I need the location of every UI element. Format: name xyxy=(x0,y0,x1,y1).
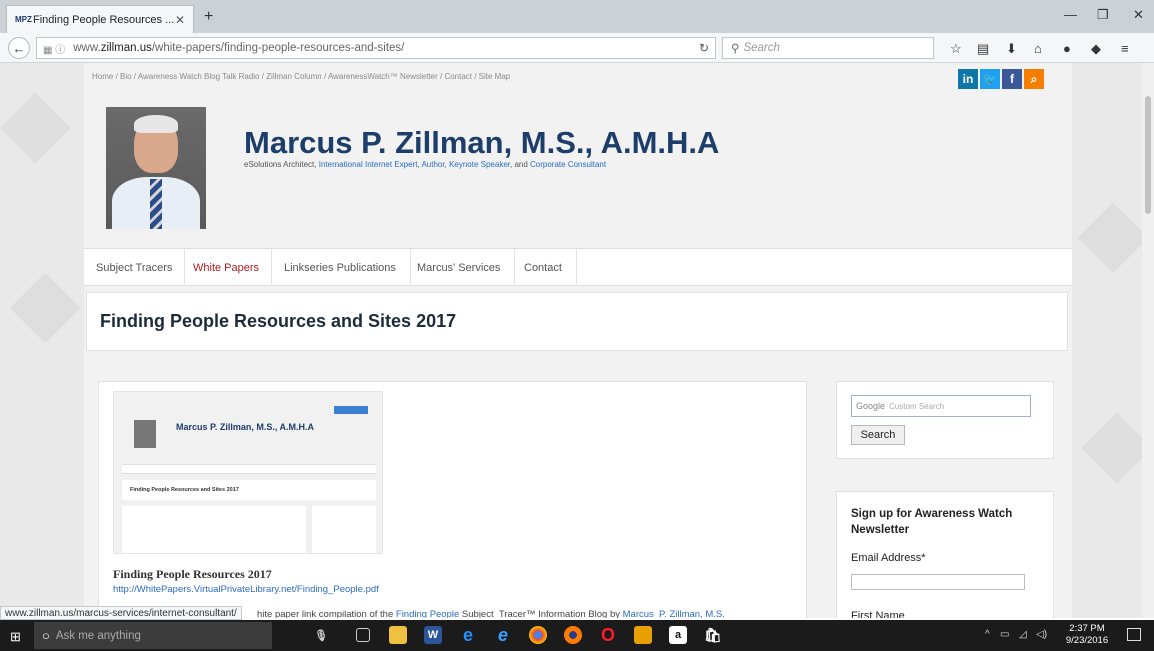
web-page: Home / Bio / Awareness Watch Blog Talk R… xyxy=(0,63,1154,618)
taskbar: ⊞ ○ Ask me anything 🎙 W e e O a 🛍 ^ ▭ ◿ … xyxy=(0,620,1154,651)
clock-time: 2:37 PM xyxy=(1069,623,1105,634)
tab-title: Finding People Resources ... xyxy=(33,13,175,26)
background-pattern xyxy=(1077,202,1149,274)
site-name[interactable]: Marcus P. Zillman, M.S., A.M.H.A xyxy=(244,125,719,161)
tagline-link[interactable]: Author xyxy=(421,160,444,169)
word-icon[interactable]: W xyxy=(424,626,442,644)
facebook-icon[interactable]: f xyxy=(1002,69,1022,89)
cortana-search[interactable]: ○ Ask me anything xyxy=(34,622,272,649)
email-field[interactable] xyxy=(851,574,1025,590)
cortana-icon: ○ xyxy=(42,628,50,643)
email-label: Email Address* xyxy=(851,552,926,564)
custom-search-input[interactable]: Google Custom Search xyxy=(851,395,1031,417)
new-tab-icon[interactable]: + xyxy=(204,8,213,26)
clock-date: 9/23/2016 xyxy=(1065,635,1109,646)
home-icon[interactable]: ⌂ xyxy=(1034,41,1042,56)
downloads-icon[interactable]: ⬇ xyxy=(1006,41,1017,57)
sync-icon[interactable]: ● xyxy=(1063,41,1071,56)
microphone-icon[interactable]: 🎙 xyxy=(312,626,330,644)
search-button[interactable]: Search xyxy=(851,425,905,445)
amazon-icon[interactable]: a xyxy=(669,626,687,644)
twitter-icon[interactable]: 🐦 xyxy=(980,69,1000,89)
finding-people-link[interactable]: Finding People xyxy=(396,609,459,618)
document-link[interactable]: http://WhitePapers.VirtualPrivateLibrary… xyxy=(113,584,379,595)
file-explorer-icon[interactable] xyxy=(389,626,407,644)
top-nav-links[interactable]: Home / Bio / Awareness Watch Blog Talk R… xyxy=(92,72,510,81)
menu-item-subject-tracers[interactable]: Subject Tracers xyxy=(84,249,186,286)
tagline-link[interactable]: International Internet Expert xyxy=(319,160,418,169)
browser-tab[interactable]: MPZ Finding People Resources ... ✕ xyxy=(6,5,194,33)
background-pattern xyxy=(9,272,81,344)
main-menu: Subject Tracers White Papers Linkseries … xyxy=(84,248,1072,286)
tagline-link[interactable]: Keynote Speaker xyxy=(449,160,510,169)
volume-icon[interactable]: ◁) xyxy=(1036,629,1047,640)
background-pattern xyxy=(0,92,71,164)
browser-search-box[interactable]: ⚲ Search xyxy=(722,37,934,59)
close-window-icon[interactable]: ✕ xyxy=(1133,7,1144,23)
app-icon[interactable] xyxy=(634,626,652,644)
firefox-icon[interactable] xyxy=(564,626,582,644)
document-description: hite paper link compilation of the Findi… xyxy=(257,609,725,618)
menu-item-contact[interactable]: Contact xyxy=(510,249,577,286)
menu-item-white-papers[interactable]: White Papers xyxy=(181,249,273,286)
search-placeholder: Search xyxy=(743,42,780,54)
chrome-icon[interactable] xyxy=(529,626,547,644)
address-bar[interactable]: ▦ ⓘ www.zillman.us/white-papers/finding-… xyxy=(36,37,716,59)
reload-icon[interactable]: ↻ xyxy=(699,41,709,55)
url-text: www.zillman.us/white-papers/finding-peop… xyxy=(73,42,405,54)
scrollbar-thumb[interactable] xyxy=(1145,96,1151,214)
network-icon[interactable]: ▭ xyxy=(1000,629,1009,640)
rss-icon[interactable]: ⌕ xyxy=(1024,69,1044,89)
notification-icon[interactable] xyxy=(1127,628,1141,641)
internet-explorer-icon[interactable]: e xyxy=(494,625,512,645)
menu-item-services[interactable]: Marcus' Services xyxy=(403,249,516,286)
site-container: Home / Bio / Awareness Watch Blog Talk R… xyxy=(84,63,1072,618)
search-icon: ⚲ xyxy=(731,43,740,55)
menu-item-linkseries[interactable]: Linkseries Publications xyxy=(270,249,411,286)
navigation-bar: ← ▦ ⓘ www.zillman.us/white-papers/findin… xyxy=(0,33,1154,63)
newsletter-heading: Sign up for Awareness Watch Newsletter xyxy=(851,508,1013,536)
restore-icon[interactable]: ❐ xyxy=(1097,7,1109,23)
page-title-box: Finding People Resources and Sites 2017 xyxy=(86,292,1068,351)
tab-bar: MPZ Finding People Resources ... ✕ + — ❐… xyxy=(0,0,1154,33)
favicon-icon: MPZ xyxy=(15,15,32,24)
linkedin-icon[interactable]: in xyxy=(958,69,978,89)
windows-start-icon[interactable]: ⊞ xyxy=(10,629,21,645)
page-title: Finding People Resources and Sites 2017 xyxy=(100,311,457,331)
first-name-label: First Name xyxy=(851,610,905,618)
bookmarks-list-icon[interactable]: ▤ xyxy=(977,41,989,57)
site-info-icon[interactable]: ▦ ⓘ xyxy=(43,41,65,56)
page-thumbnail-image[interactable]: Marcus P. Zillman, M.S., A.M.H.A Finding… xyxy=(113,391,383,554)
opera-icon[interactable]: O xyxy=(599,625,617,645)
back-button[interactable]: ← xyxy=(8,37,30,59)
status-url: www.zillman.us/marcus-services/internet-… xyxy=(0,606,242,620)
close-tab-icon[interactable]: ✕ xyxy=(175,13,185,27)
bookmark-star-icon[interactable]: ☆ xyxy=(950,41,962,57)
system-clock[interactable]: 2:37 PM 9/23/2016 xyxy=(1064,623,1110,647)
task-view-icon[interactable] xyxy=(356,628,370,642)
store-icon[interactable]: 🛍 xyxy=(704,626,722,644)
tagline-link[interactable]: Corporate Consultant xyxy=(530,160,606,169)
minimize-icon[interactable]: — xyxy=(1064,7,1077,22)
newsletter-widget: Sign up for Awareness Watch Newsletter E… xyxy=(836,491,1054,618)
pocket-icon[interactable]: ◆ xyxy=(1091,41,1101,57)
tray-chevron-icon[interactable]: ^ xyxy=(985,629,990,640)
menu-icon[interactable]: ≡ xyxy=(1121,41,1129,56)
wifi-icon[interactable]: ◿ xyxy=(1019,629,1027,640)
document-title: Finding People Resources 2017 xyxy=(113,567,272,581)
article-content: Marcus P. Zillman, M.S., A.M.H.A Finding… xyxy=(98,381,807,618)
site-tagline: eSolutions Architect, International Inte… xyxy=(244,160,607,169)
author-link[interactable]: Marcus_P. Zillman, M.S. xyxy=(623,609,725,618)
author-photo xyxy=(106,107,206,229)
search-widget: Google Custom Search Search xyxy=(836,381,1054,459)
edge-icon[interactable]: e xyxy=(459,625,477,645)
